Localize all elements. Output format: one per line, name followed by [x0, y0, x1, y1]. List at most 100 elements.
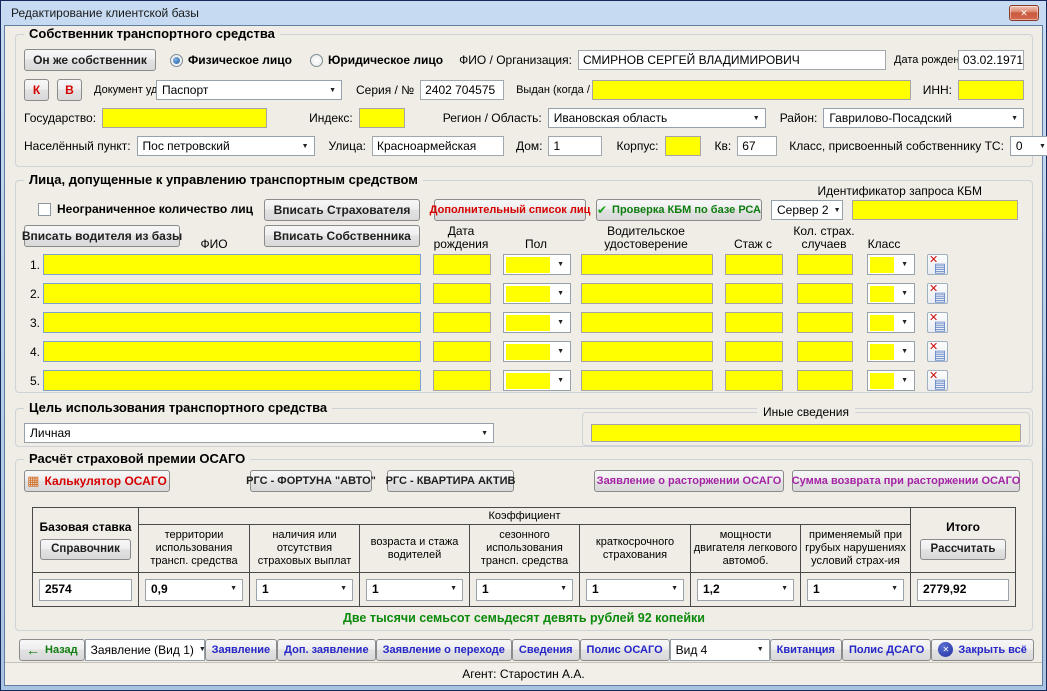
driver-experience-field[interactable] — [725, 254, 783, 275]
country-input[interactable] — [102, 108, 267, 128]
doc-label: Документ уд. личн. — [94, 84, 156, 96]
issued-input[interactable] — [592, 80, 911, 100]
additional-list-button[interactable]: Дополнительный список лиц — [434, 199, 586, 221]
driver-birth-date-field[interactable] — [433, 341, 491, 362]
driver-claims-field[interactable] — [797, 370, 853, 391]
delete-driver-button[interactable]: ✕▤ — [927, 312, 948, 333]
driver-gender-select[interactable]: ▼ — [503, 254, 571, 275]
driver-class-select[interactable]: ▼ — [867, 283, 915, 304]
driver-gender-select[interactable]: ▼ — [503, 283, 571, 304]
driver-birth-date-field[interactable] — [433, 254, 491, 275]
rgs-fortuna-button[interactable]: РГС - ФОРТУНА "АВТО" — [250, 470, 372, 492]
osago-policy-button[interactable]: Полис ОСАГО — [580, 639, 670, 661]
total-input[interactable]: 2779,92 — [917, 579, 1009, 601]
individual-radio[interactable]: Физическое лицо — [170, 53, 292, 67]
delete-driver-button[interactable]: ✕▤ — [927, 283, 948, 304]
driver-license-field[interactable] — [581, 312, 713, 333]
calculate-button[interactable]: Рассчитать — [920, 539, 1007, 560]
purpose-select[interactable]: Личная ▼ — [24, 423, 494, 443]
coefficient-select[interactable]: 1,2▼ — [697, 579, 794, 601]
coefficient-value-cell: 0,9▼ — [139, 573, 250, 607]
district-select[interactable]: Гаврилово-Посадский ▼ — [823, 108, 1024, 128]
driver-fio-field[interactable] — [43, 283, 421, 304]
back-button[interactable]: ← Назад — [19, 639, 85, 661]
receipt-button[interactable]: Квитанция — [770, 639, 842, 661]
street-input[interactable]: Красноармейская — [372, 136, 504, 156]
driver-experience-field[interactable] — [725, 370, 783, 391]
driver-birth-date-field[interactable] — [433, 312, 491, 333]
osago-refund-button[interactable]: Сумма возврата при расторжении ОСАГО — [792, 470, 1020, 492]
building-input[interactable] — [665, 136, 701, 156]
driver-birth-date-field[interactable] — [433, 283, 491, 304]
coefficient-select[interactable]: 1▼ — [586, 579, 684, 601]
postcode-input[interactable] — [359, 108, 405, 128]
settlement-select[interactable]: Пос петровский ▼ — [137, 136, 315, 156]
rgs-kvartira-button[interactable]: РГС - КВАРТИРА АКТИВ — [387, 470, 514, 492]
coefficient-select[interactable]: 1▼ — [476, 579, 573, 601]
series-input[interactable]: 2402 704575 — [420, 80, 504, 100]
chevron-down-icon: ▼ — [552, 319, 569, 326]
coefficient-select[interactable]: 1▼ — [807, 579, 904, 601]
driver-experience-field[interactable] — [725, 283, 783, 304]
transition-statement-button[interactable]: Заявление о переходе — [376, 639, 512, 661]
delete-driver-button[interactable]: ✕▤ — [927, 341, 948, 362]
driver-fio-field[interactable] — [43, 341, 421, 362]
driver-gender-select[interactable]: ▼ — [503, 312, 571, 333]
driver-birth-date-field[interactable] — [433, 370, 491, 391]
driver-license-field[interactable] — [581, 254, 713, 275]
details-button[interactable]: Сведения — [512, 639, 580, 661]
unlimited-persons-checkbox[interactable]: Неограниченное количество лиц — [38, 202, 253, 216]
driver-fio-field[interactable] — [43, 370, 421, 391]
dsago-policy-button[interactable]: Полис ДСАГО — [842, 639, 931, 661]
owner-class-select[interactable]: 0 ▼ — [1010, 136, 1047, 156]
driver-license-field[interactable] — [581, 370, 713, 391]
driver-class-select[interactable]: ▼ — [867, 312, 915, 333]
driver-gender-select[interactable]: ▼ — [503, 370, 571, 391]
coefficient-select[interactable]: 1▼ — [256, 579, 353, 601]
kbm-request-id-input[interactable] — [852, 200, 1018, 220]
v-button[interactable]: В — [57, 79, 82, 101]
osago-calculator-button[interactable]: ▦ Калькулятор ОСАГО — [24, 470, 170, 492]
k-button[interactable]: К — [24, 79, 49, 101]
name-input[interactable]: СМИРНОВ СЕРГЕЙ ВЛАДИМИРОВИЧ — [578, 50, 886, 70]
driver-fio-field[interactable] — [43, 254, 421, 275]
coefficient-select[interactable]: 0,9▼ — [145, 579, 243, 601]
view-select[interactable]: Вид 4 ▼ — [670, 639, 770, 661]
apartment-input[interactable]: 67 — [737, 136, 777, 156]
driver-license-field[interactable] — [581, 341, 713, 362]
additional-statement-button[interactable]: Доп. заявление — [277, 639, 375, 661]
legal-entity-radio[interactable]: Юридическое лицо — [310, 53, 443, 67]
inn-input[interactable] — [958, 80, 1024, 100]
delete-driver-button[interactable]: ✕▤ — [927, 254, 948, 275]
driver-class-select[interactable]: ▼ — [867, 341, 915, 362]
region-select[interactable]: Ивановская область ▼ — [548, 108, 766, 128]
statement-button[interactable]: Заявление — [205, 639, 278, 661]
coefficient-select[interactable]: 1▼ — [366, 579, 463, 601]
driver-license-field[interactable] — [581, 283, 713, 304]
driver-gender-select[interactable]: ▼ — [503, 341, 571, 362]
base-rate-input[interactable]: 2574 — [39, 579, 132, 601]
server-select[interactable]: Сервер 2 ▼ — [771, 200, 843, 220]
other-info-input[interactable] — [591, 424, 1021, 442]
add-insurer-button[interactable]: Вписать Страхователя — [264, 199, 420, 221]
driver-claims-field[interactable] — [797, 283, 853, 304]
statement-view-select[interactable]: Заявление (Вид 1) ▼ — [85, 639, 205, 661]
osago-termination-button[interactable]: Заявление о расторжении ОСАГО — [594, 470, 784, 492]
driver-claims-field[interactable] — [797, 254, 853, 275]
close-all-button[interactable]: ✕ Закрыть всё — [931, 639, 1034, 661]
doc-type-select[interactable]: Паспорт ▼ — [156, 80, 342, 100]
driver-experience-field[interactable] — [725, 312, 783, 333]
kbm-check-button[interactable]: ✔ Проверка КБМ по базе РСА — [596, 199, 762, 221]
birth-date-input[interactable]: 03.02.1971 — [958, 50, 1024, 70]
driver-fio-field[interactable] — [43, 312, 421, 333]
driver-class-select[interactable]: ▼ — [867, 370, 915, 391]
driver-experience-field[interactable] — [725, 341, 783, 362]
driver-claims-field[interactable] — [797, 312, 853, 333]
window-close-button[interactable]: ✕ — [1009, 5, 1039, 21]
same-person-button[interactable]: Он же собственник — [24, 49, 156, 71]
reference-button[interactable]: Справочник — [40, 539, 131, 560]
delete-driver-button[interactable]: ✕▤ — [927, 370, 948, 391]
driver-class-select[interactable]: ▼ — [867, 254, 915, 275]
driver-claims-field[interactable] — [797, 341, 853, 362]
house-input[interactable]: 1 — [548, 136, 602, 156]
